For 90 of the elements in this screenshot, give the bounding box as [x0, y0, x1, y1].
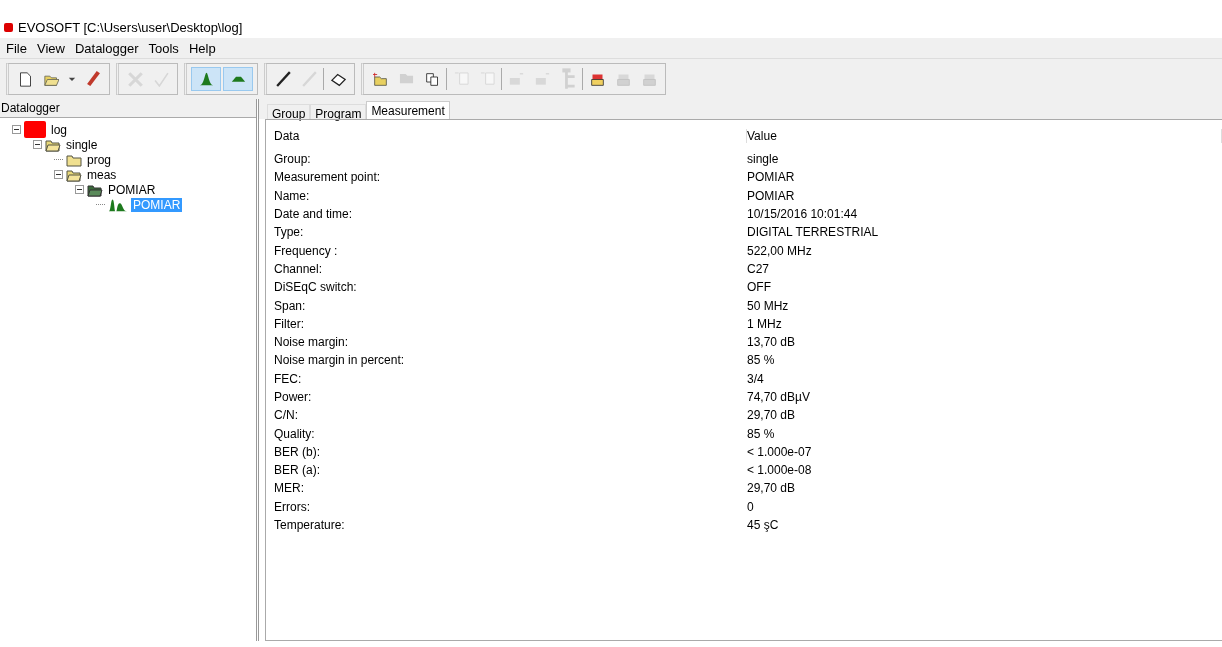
caret-icon	[68, 76, 76, 82]
table-cell-text: Span:	[274, 298, 307, 313]
table-cell-text: 45 şC	[747, 518, 780, 533]
table-cell-text: Errors:	[274, 499, 311, 514]
box-icon	[534, 72, 550, 86]
copy-icon	[424, 71, 440, 87]
hill-icon	[230, 75, 246, 83]
menu-item[interactable]: View	[31, 40, 70, 56]
app-icon	[4, 22, 13, 32]
table-cell-text: BER (b):	[274, 444, 321, 459]
table-cell-text: Quality:	[274, 426, 316, 441]
tab[interactable]: Program	[310, 104, 367, 119]
table-cell-text: Group:	[274, 152, 312, 167]
table-cell-text: 85 %	[747, 426, 776, 441]
folder-icon	[66, 167, 82, 182]
hill-button[interactable]	[223, 67, 253, 91]
table-cell-text: 74,70 dBµV	[747, 390, 811, 404]
close-icon	[127, 71, 143, 87]
tree-item[interactable]: prog	[85, 152, 114, 167]
eraser-icon	[330, 71, 346, 87]
table-cell-text: 50 MHz	[747, 298, 790, 313]
column-header[interactable]: Value	[747, 129, 1222, 143]
peak-button[interactable]	[191, 67, 221, 91]
table-cell-text: FEC:	[274, 371, 303, 386]
table-cell-text: 10/15/2016 10:01:44	[747, 207, 859, 222]
table-cell-text: Noise margin:	[274, 335, 350, 350]
table-cell-text: 29,70 dB	[747, 408, 797, 423]
table-cell-text: 3/4	[747, 371, 765, 386]
table-cell-text: Type:	[274, 225, 305, 240]
pen-icon	[275, 70, 291, 88]
folder-icon	[66, 152, 82, 167]
collapse-toggle[interactable]	[54, 170, 63, 179]
table-cell-text: < 1.000e-07	[747, 444, 813, 459]
menu-item[interactable]: Help	[183, 40, 221, 56]
table-cell-text: 0	[747, 499, 755, 514]
tree-icon	[560, 67, 576, 91]
table-cell-text: DIGITAL TERRESTRIAL	[747, 225, 880, 240]
table-cell-text: Channel:	[274, 261, 324, 276]
tree-item[interactable]: log	[49, 122, 69, 137]
document-minus-icon	[479, 72, 495, 86]
table-cell-text: POMIAR	[747, 188, 796, 203]
menu-item[interactable]: Datalogger	[69, 40, 144, 56]
collapse-toggle[interactable]	[33, 140, 42, 149]
tab[interactable]: Measurement	[366, 101, 450, 119]
table-cell-text: C/N:	[274, 408, 299, 423]
folder-icon	[87, 182, 103, 197]
table-cell-text: < 1.000e-08	[747, 463, 813, 478]
table-cell-text: BER (a):	[274, 463, 321, 478]
table-cell-text: 29,70 dB	[747, 481, 797, 496]
table-cell-text: 522,00 MHz	[747, 243, 813, 258]
tree-item[interactable]: POMIAR	[106, 182, 158, 197]
document-icon	[17, 71, 33, 87]
tree-item[interactable]: single	[64, 137, 100, 152]
table-cell-text: 1 MHz	[747, 316, 783, 331]
table-cell-text: Name:	[274, 188, 311, 203]
tab[interactable]: Group	[267, 104, 311, 119]
table-cell-text: Frequency :	[274, 243, 339, 258]
menu-item[interactable]: File	[1, 40, 32, 56]
tree-item[interactable]: meas	[85, 167, 119, 182]
panel-header: Datalogger	[0, 99, 256, 118]
collapse-toggle[interactable]	[75, 185, 84, 194]
box-icon	[508, 72, 524, 86]
check-icon	[153, 71, 169, 87]
pen-icon	[301, 70, 317, 88]
table-cell-text: MER:	[274, 481, 305, 496]
marker-icon	[85, 70, 101, 88]
peak-icon	[198, 71, 214, 87]
document-plus-icon	[453, 72, 469, 86]
folder-icon	[398, 73, 414, 85]
column-header[interactable]: Data	[274, 129, 747, 143]
table-cell-text: single	[747, 152, 780, 167]
table-cell-text: 85 %	[747, 353, 776, 368]
folder-icon	[45, 137, 61, 152]
logger-icon	[24, 121, 46, 138]
table-cell-text: POMIAR	[747, 170, 796, 185]
table-cell-text: Noise margin in percent:	[274, 353, 406, 368]
table-cell-text: Measurement point:	[274, 170, 382, 185]
table-cell-text: Power:	[274, 390, 313, 404]
table-cell-text: Date and time:	[274, 207, 354, 222]
peaks-icon	[108, 197, 128, 212]
table-cell-text: 13,70 dB	[747, 335, 797, 350]
window-title: EVOSOFT [C:\Users\user\Desktop\log]	[18, 19, 243, 35]
table-cell-text: Temperature:	[274, 518, 346, 533]
table-cell-text: C27	[747, 261, 770, 276]
folder-plus-icon	[372, 71, 388, 87]
table-cell-text: OFF	[747, 280, 772, 295]
menu-item[interactable]: Tools	[143, 40, 184, 56]
table-cell-text: DiSEqC switch:	[274, 280, 358, 295]
table-cell-text: Filter:	[274, 316, 305, 331]
collapse-toggle[interactable]	[12, 125, 21, 134]
